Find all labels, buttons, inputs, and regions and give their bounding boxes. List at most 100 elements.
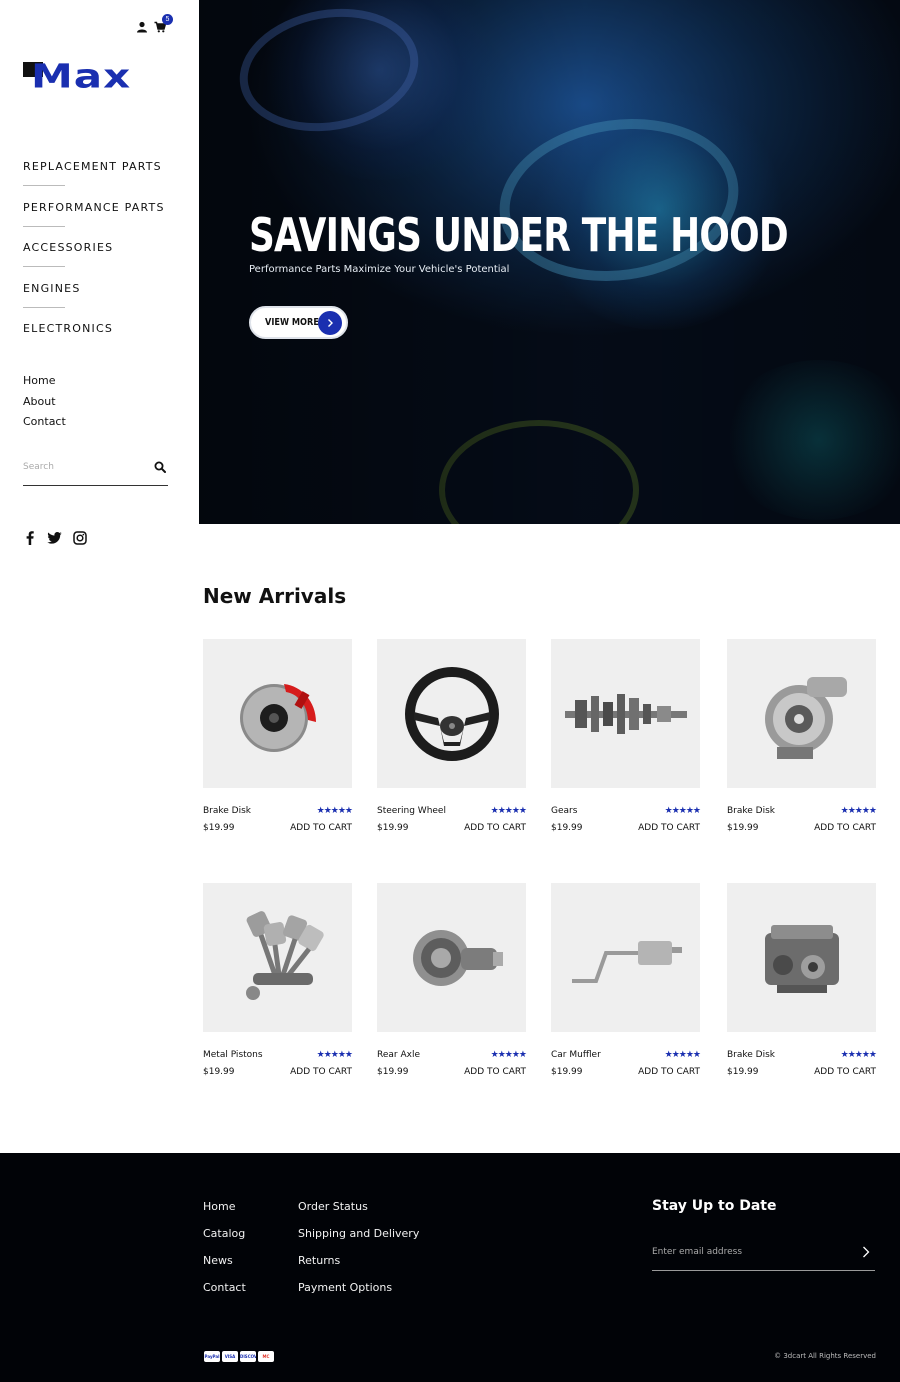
product-image-engine[interactable] <box>727 883 876 1032</box>
product-name[interactable]: Brake Disk <box>203 806 251 816</box>
product-card[interactable]: Gears ★★★★★ $19.99 ADD TO CART <box>551 639 702 839</box>
product-card[interactable]: Steering Wheel ★★★★★ $19.99 ADD TO CART <box>377 639 528 839</box>
sub-nav-item-contact: Contact <box>23 412 66 433</box>
search-box <box>23 456 168 486</box>
footer: Home Catalog News Contact Order Status S… <box>0 1153 900 1382</box>
product-image-steering-wheel[interactable] <box>377 639 526 788</box>
product-image-axle[interactable] <box>377 883 526 1032</box>
paypal-card-icon: PayPal <box>204 1351 220 1362</box>
product-image-muffler[interactable] <box>551 883 700 1032</box>
rating-stars: ★★★★★ <box>490 805 527 815</box>
hero-banner: SAVINGS UNDER THE HOOD Performance Parts… <box>199 0 900 524</box>
facebook-icon[interactable] <box>22 530 37 545</box>
logo-text: Max <box>31 56 132 96</box>
product-name[interactable]: Brake Disk <box>727 1050 775 1060</box>
newsletter-email-input[interactable] <box>652 1242 842 1262</box>
nav-link[interactable]: REPLACEMENT PARTS <box>23 159 162 173</box>
nav-link[interactable]: ENGINES <box>23 281 81 295</box>
add-to-cart-button[interactable]: ADD TO CART <box>814 823 876 833</box>
search-icon[interactable] <box>154 460 166 473</box>
view-more-label: VIEW MORE <box>265 317 319 328</box>
sub-nav-link[interactable]: Home <box>23 374 55 387</box>
twitter-icon[interactable] <box>47 530 62 545</box>
add-to-cart-button[interactable]: ADD TO CART <box>638 1067 700 1077</box>
product-price: $19.99 <box>203 1067 235 1077</box>
cart-icon[interactable]: 5 <box>154 14 173 33</box>
product-image-pistons[interactable] <box>203 883 352 1032</box>
hero-title: SAVINGS UNDER THE HOOD <box>249 208 789 262</box>
footer-link-home[interactable]: Home <box>203 1200 235 1213</box>
nav-divider <box>23 185 65 186</box>
footer-item: Payment Options <box>298 1278 419 1305</box>
product-card[interactable]: Brake Disk ★★★★★ $19.99 ADD TO CART <box>727 883 878 1083</box>
nav-link[interactable]: ELECTRONICS <box>23 321 113 335</box>
product-price: $19.99 <box>377 823 409 833</box>
rating-stars: ★★★★★ <box>664 1049 701 1059</box>
footer-links-col-1: Home Catalog News Contact <box>203 1197 246 1305</box>
nav-link[interactable]: ACCESSORIES <box>23 240 113 254</box>
add-to-cart-button[interactable]: ADD TO CART <box>464 823 526 833</box>
rating-stars: ★★★★★ <box>664 805 701 815</box>
footer-item: Contact <box>203 1278 246 1305</box>
nav-item-electronics: ELECTRONICS <box>23 319 165 360</box>
product-name[interactable]: Brake Disk <box>727 806 775 816</box>
product-image-brake-disk[interactable] <box>203 639 352 788</box>
sub-nav-link[interactable]: About <box>23 395 56 408</box>
footer-links-col-2: Order Status Shipping and Delivery Retur… <box>298 1197 419 1305</box>
product-card[interactable]: Rear Axle ★★★★★ $19.99 ADD TO CART <box>377 883 528 1083</box>
nav-divider <box>23 306 65 308</box>
logo[interactable]: Max <box>23 60 153 102</box>
section-title-new-arrivals: New Arrivals <box>203 584 347 608</box>
cart-count-badge: 5 <box>162 14 173 25</box>
header-icons: 5 <box>136 14 173 33</box>
footer-item: Catalog <box>203 1224 246 1251</box>
chevron-right-icon[interactable] <box>859 1245 873 1259</box>
product-card[interactable]: Brake Disk ★★★★★ $19.99 ADD TO CART <box>727 639 878 839</box>
product-name[interactable]: Rear Axle <box>377 1050 420 1060</box>
instagram-icon[interactable] <box>72 530 87 545</box>
footer-item: Order Status <box>298 1197 419 1224</box>
product-card[interactable]: Metal Pistons ★★★★★ $19.99 ADD TO CART <box>203 883 354 1083</box>
copyright-text: © 3dcart All Rights Reserved <box>774 1352 876 1360</box>
add-to-cart-button[interactable]: ADD TO CART <box>638 823 700 833</box>
social-links <box>22 530 87 545</box>
product-name[interactable]: Metal Pistons <box>203 1050 263 1060</box>
mastercard-icon: MC <box>258 1351 274 1362</box>
product-card[interactable]: Brake Disk ★★★★★ $19.99 ADD TO CART <box>203 639 354 839</box>
newsletter-title: Stay Up to Date <box>652 1198 777 1214</box>
footer-item: Home <box>203 1197 246 1224</box>
nav-divider <box>23 266 65 267</box>
sub-nav-link[interactable]: Contact <box>23 415 66 428</box>
nav-divider <box>23 225 65 227</box>
product-name[interactable]: Steering Wheel <box>377 806 446 816</box>
account-icon[interactable] <box>136 20 148 33</box>
footer-link-returns[interactable]: Returns <box>298 1254 340 1267</box>
footer-link-catalog[interactable]: Catalog <box>203 1227 245 1240</box>
footer-link-payment-options[interactable]: Payment Options <box>298 1281 392 1294</box>
product-image-turbo[interactable] <box>727 639 876 788</box>
nav-item-accessories: ACCESSORIES <box>23 238 165 279</box>
footer-link-shipping[interactable]: Shipping and Delivery <box>298 1227 419 1240</box>
search-input[interactable] <box>23 456 143 478</box>
sub-nav-item-home: Home <box>23 371 66 392</box>
product-name[interactable]: Car Muffler <box>551 1050 601 1060</box>
newsletter-form <box>652 1241 875 1271</box>
add-to-cart-button[interactable]: ADD TO CART <box>290 1067 352 1077</box>
footer-link-contact[interactable]: Contact <box>203 1281 246 1294</box>
product-image-gears[interactable] <box>551 639 700 788</box>
product-name[interactable]: Gears <box>551 806 577 816</box>
footer-item: Returns <box>298 1251 419 1278</box>
product-price: $19.99 <box>551 823 583 833</box>
footer-link-news[interactable]: News <box>203 1254 233 1267</box>
secondary-nav: Home About Contact <box>23 371 66 433</box>
add-to-cart-button[interactable]: ADD TO CART <box>464 1067 526 1077</box>
nav-link[interactable]: PERFORMANCE PARTS <box>23 200 165 214</box>
add-to-cart-button[interactable]: ADD TO CART <box>814 1067 876 1077</box>
view-more-button[interactable]: VIEW MORE <box>249 306 348 339</box>
rating-stars: ★★★★★ <box>316 805 353 815</box>
add-to-cart-button[interactable]: ADD TO CART <box>290 823 352 833</box>
rating-stars: ★★★★★ <box>840 1049 877 1059</box>
footer-link-order-status[interactable]: Order Status <box>298 1200 368 1213</box>
nav-item-performance-parts: PERFORMANCE PARTS <box>23 198 165 239</box>
product-card[interactable]: Car Muffler ★★★★★ $19.99 ADD TO CART <box>551 883 702 1083</box>
